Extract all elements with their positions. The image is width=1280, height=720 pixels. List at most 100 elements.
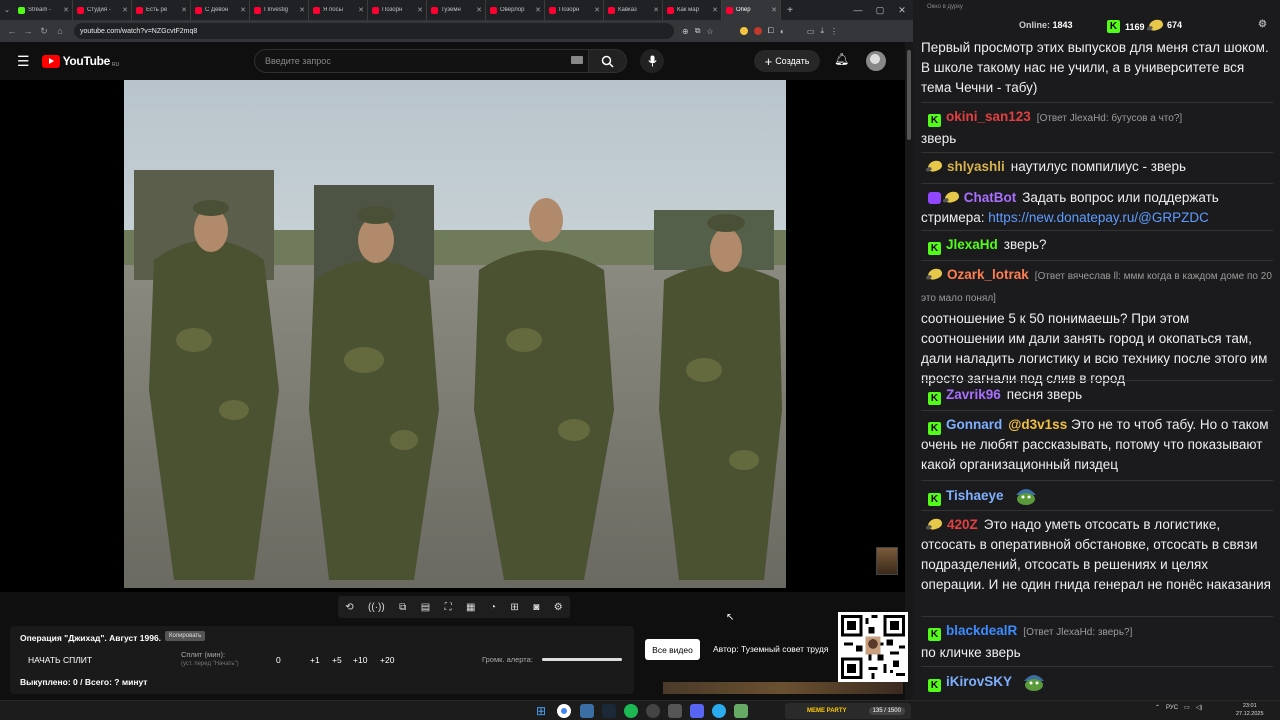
language-indicator[interactable]: РУС [1166,705,1178,711]
avatar[interactable] [866,51,886,71]
reload-icon[interactable]: ↻ [36,26,52,37]
voice-search-button[interactable] [640,49,664,73]
split-option[interactable]: 0 [276,655,281,665]
settings-gear-icon[interactable]: ⚙ [554,602,563,613]
menu-dots-icon[interactable]: ⋮ [830,27,838,36]
clip-icon[interactable]: ▤ [421,602,430,613]
copy-button[interactable]: Копировать [165,631,206,641]
speed-icon[interactable]: ◔ [490,602,496,613]
chat-username[interactable]: Zavrik96 [946,387,1001,402]
search-input[interactable] [254,49,589,73]
close-window-icon[interactable]: ✕ [891,0,913,20]
browser-tab[interactable]: Позорн ✕ [545,0,604,20]
alert-volume-slider[interactable] [542,658,622,661]
split-option[interactable]: +20 [380,655,394,665]
browser-tab[interactable]: Позорн ✕ [368,0,427,20]
tab-close-icon[interactable]: ✕ [535,6,541,14]
theater-icon[interactable]: ▦ [466,602,475,613]
screen-cast-icon[interactable]: ⧉ [399,602,406,613]
tab-close-icon[interactable]: ✕ [653,6,659,14]
split-option[interactable]: +10 [353,655,367,665]
tab-close-icon[interactable]: ✕ [63,6,69,14]
picture-in-picture-icon[interactable]: ⊞ [510,602,518,613]
chrome-icon[interactable] [557,704,571,718]
sidebar-icon[interactable]: ▭ [807,27,815,36]
bookmark-star-icon[interactable]: ☆ [706,27,713,36]
chat-username[interactable]: iKirovSKY [946,674,1012,689]
chat-scrollbar[interactable] [1274,36,1278,656]
tray-arrow-icon[interactable]: ⌃ [1155,704,1160,711]
tab-close-icon[interactable]: ✕ [299,6,305,14]
browser-tab[interactable]: Оверлор ✕ [486,0,545,20]
chat-username[interactable]: shlyashli [947,159,1005,174]
mini-thumbnail[interactable] [876,547,898,575]
all-videos-button[interactable]: Все видео [645,639,700,660]
chat-username[interactable]: 420Z [947,517,978,532]
browser-tab[interactable]: Туземн ✕ [427,0,486,20]
chat-username[interactable]: okini_san123 [946,109,1031,124]
extension-icon[interactable] [739,27,748,35]
browser-tab[interactable]: С Девон ✕ [191,0,250,20]
extensions-puzzle-icon[interactable]: ⧠ [768,26,774,36]
windows-start-icon[interactable]: ⊞ [534,704,548,718]
back-icon[interactable]: ← [4,26,20,36]
obs-icon[interactable] [646,704,660,718]
split-option[interactable]: +5 [332,655,342,665]
screenshot-camera-icon[interactable]: ◙ [533,602,539,613]
browser-tab[interactable]: Есть ре ✕ [132,0,191,20]
create-button[interactable]: + Создать [754,50,820,72]
video-frame[interactable] [114,80,794,590]
chat-messages[interactable]: Первый просмотр этих выпусков для меня с… [913,36,1280,694]
browser-tab[interactable]: Я посы ✕ [309,0,368,20]
file-explorer-icon[interactable] [580,704,594,718]
clock[interactable]: 23:01 27.12.2025 [1236,702,1264,718]
tab-close-icon[interactable]: ✕ [122,6,128,14]
tab-close-icon[interactable]: ✕ [181,6,187,14]
chat-username[interactable]: ChatBot [964,190,1017,205]
translate-icon[interactable]: ⧉ [695,26,701,36]
tab-search-icon[interactable]: ⌄ [0,0,14,20]
recommended-thumbnail[interactable] [663,682,903,694]
browser-tab[interactable]: Stream - ✕ [14,0,73,20]
forward-icon[interactable]: → [20,26,36,36]
download-icon[interactable]: ⤓ [820,26,824,36]
chat-username[interactable]: Gonnard [946,417,1002,432]
browser-tab[interactable]: Как мар ✕ [663,0,722,20]
chat-username[interactable]: Ozark_lotrak [947,267,1029,282]
tab-close-icon[interactable]: ✕ [417,6,423,14]
loop-icon[interactable]: ⟲ [345,602,353,613]
zoom-icon[interactable]: ⊕ [682,27,689,36]
url-field[interactable]: youtube.com/watch?v=NZGcvtF2mq8 [74,23,674,39]
steam-icon[interactable] [602,704,616,718]
network-icon[interactable]: ▭ [1184,704,1190,711]
keyboard-icon[interactable] [571,56,583,64]
telegram-icon[interactable] [712,704,726,718]
tab-close-icon[interactable]: ✕ [594,6,600,14]
volume-icon[interactable]: ◁) [1196,704,1203,711]
extension-icon[interactable] [753,27,762,35]
tab-close-icon[interactable]: ✕ [712,6,718,14]
home-icon[interactable]: ⌂ [52,26,68,36]
youtube-logo[interactable]: YouTube RU [41,54,119,68]
search-button[interactable] [589,49,627,73]
video-player[interactable] [0,80,905,592]
page-scrollbar[interactable] [905,42,913,700]
tab-close-icon[interactable]: ✕ [476,6,482,14]
spotify-icon[interactable] [624,704,638,718]
audio-icon[interactable]: ((·)) [368,602,385,613]
split-option[interactable]: +1 [310,655,320,665]
browser-tab[interactable]: Студия - ✕ [73,0,132,20]
app-icon[interactable] [734,704,748,718]
maximize-icon[interactable]: ▢ [869,0,891,20]
tab-close-icon[interactable]: ✕ [358,6,364,14]
menu-hamburger-icon[interactable]: ☰ [17,53,30,70]
chat-username[interactable]: JlexaHd [946,237,998,252]
browser-tab[interactable]: I Investig ✕ [250,0,309,20]
app-icon[interactable] [668,704,682,718]
chat-username[interactable]: blackdealR [946,623,1017,638]
chat-settings-icon[interactable]: ⚙ [1258,19,1267,30]
minimize-icon[interactable]: — [847,0,869,20]
chat-mention[interactable]: @d3v1ss [1008,417,1067,432]
tab-close-icon[interactable]: ✕ [240,6,246,14]
new-tab-button[interactable]: + [781,5,799,16]
